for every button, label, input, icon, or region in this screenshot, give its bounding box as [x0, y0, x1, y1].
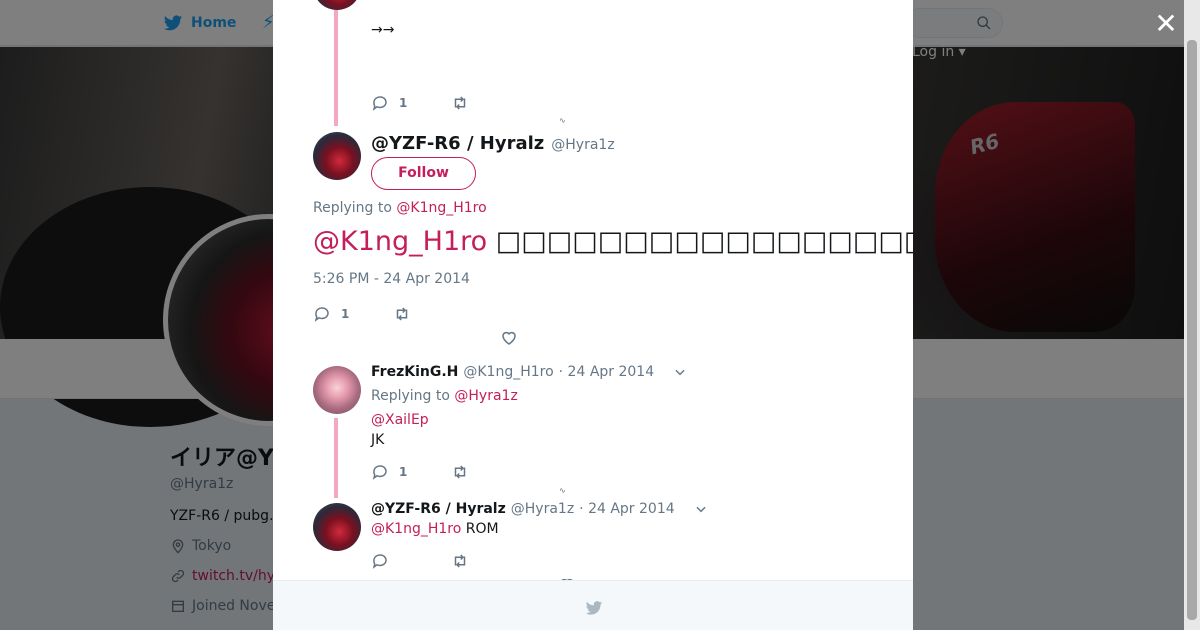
- heart-icon[interactable]: ∿: [559, 487, 573, 495]
- reply-header: @YZF-R6 / Hyralz @Hyra1z · 24 Apr 2014: [371, 501, 708, 517]
- reply-button[interactable]: 1: [371, 463, 451, 481]
- heart-icon[interactable]: ∿: [559, 117, 573, 125]
- reply-replying: Replying to @Hyra1z: [371, 388, 518, 404]
- previous-tweet-actions: 1: [371, 94, 531, 112]
- reply-button[interactable]: [371, 552, 451, 570]
- reply-display-name[interactable]: FrezKinG.H: [371, 364, 458, 380]
- avatar[interactable]: [313, 503, 361, 551]
- reply-handle[interactable]: @K1ng_H1ro: [463, 364, 553, 380]
- reply-mention[interactable]: @K1ng_H1ro: [371, 521, 461, 537]
- reply-text: @K1ng_H1ro ROM: [371, 521, 499, 537]
- avatar[interactable]: [313, 0, 361, 10]
- reply-count: 1: [341, 307, 350, 321]
- main-tweet-replying: Replying to @K1ng_H1ro: [313, 200, 487, 216]
- reply-header: FrezKinG.H @K1ng_H1ro · 24 Apr 2014: [371, 364, 687, 380]
- reply-button[interactable]: 1: [371, 94, 451, 112]
- retweet-icon: [454, 465, 466, 479]
- previous-tweet-text: →→: [371, 22, 395, 38]
- avatar[interactable]: [313, 366, 361, 414]
- main-tweet-display-name[interactable]: @YZF-R6 / Hyralz: [371, 133, 544, 154]
- reply-mention[interactable]: @XailEp: [371, 412, 429, 428]
- retweet-icon: [454, 96, 466, 110]
- retweet-button[interactable]: [451, 94, 531, 112]
- reply-icon: [314, 307, 329, 322]
- retweet-button[interactable]: [393, 305, 473, 323]
- reply-display-name[interactable]: @YZF-R6 / Hyralz: [371, 501, 506, 517]
- main-tweet-author[interactable]: @YZF-R6 / Hyralz @Hyra1z: [371, 133, 615, 154]
- reply-text: JK: [371, 432, 385, 448]
- like-button[interactable]: [500, 329, 518, 351]
- reply-icon: [372, 465, 387, 480]
- main-tweet-actions: 1: [313, 305, 473, 323]
- chevron-down-icon[interactable]: [673, 365, 687, 379]
- reply-icon: [372, 96, 387, 111]
- main-tweet-body: □□□□□□□□□□□□□□□□□□□□□□□□: [495, 226, 913, 257]
- twitter-bird-icon: [585, 601, 603, 615]
- reply-count: 1: [399, 96, 408, 110]
- retweet-icon: [396, 307, 408, 321]
- main-tweet-mention[interactable]: @K1ng_H1ro: [313, 226, 487, 257]
- follow-button[interactable]: Follow: [371, 157, 476, 190]
- close-icon[interactable]: ✕: [1154, 10, 1178, 38]
- replying-to-link[interactable]: @K1ng_H1ro: [396, 200, 486, 216]
- reply-body: ROM: [465, 521, 499, 537]
- retweet-button[interactable]: [451, 463, 531, 481]
- main-tweet-timestamp[interactable]: 5:26 PM - 24 Apr 2014: [313, 271, 470, 287]
- main-tweet-text: @K1ng_H1ro □□□□□□□□□□□□□□□□□□□□□□□□: [313, 226, 913, 257]
- replying-prefix: Replying to: [371, 388, 450, 404]
- reply-actions: 1: [371, 463, 531, 481]
- reply-date[interactable]: · 24 Apr 2014: [579, 501, 674, 517]
- reply-icon: [372, 554, 387, 569]
- reply-handle[interactable]: @Hyra1z: [511, 501, 574, 517]
- modal-footer: [273, 580, 913, 630]
- retweet-button[interactable]: [451, 552, 531, 570]
- replying-to-link[interactable]: @Hyra1z: [454, 388, 517, 404]
- heart-icon: [502, 331, 516, 345]
- chevron-down-icon[interactable]: [694, 502, 708, 516]
- thread-line: [334, 418, 338, 498]
- reply-date[interactable]: · 24 Apr 2014: [559, 364, 654, 380]
- reply-button[interactable]: 1: [313, 305, 393, 323]
- tweet-modal: →→ 1 ∿ @YZF-R6 / Hyralz @Hyra1z Follow R…: [273, 0, 913, 630]
- replying-prefix: Replying to: [313, 200, 392, 216]
- thread-line: [334, 10, 338, 126]
- avatar[interactable]: [313, 132, 361, 180]
- scrollbar-thumb[interactable]: [1187, 40, 1197, 620]
- main-tweet-handle[interactable]: @Hyra1z: [551, 137, 614, 153]
- reply-actions: [371, 552, 531, 570]
- reply-count: 1: [399, 465, 408, 479]
- retweet-icon: [454, 554, 466, 568]
